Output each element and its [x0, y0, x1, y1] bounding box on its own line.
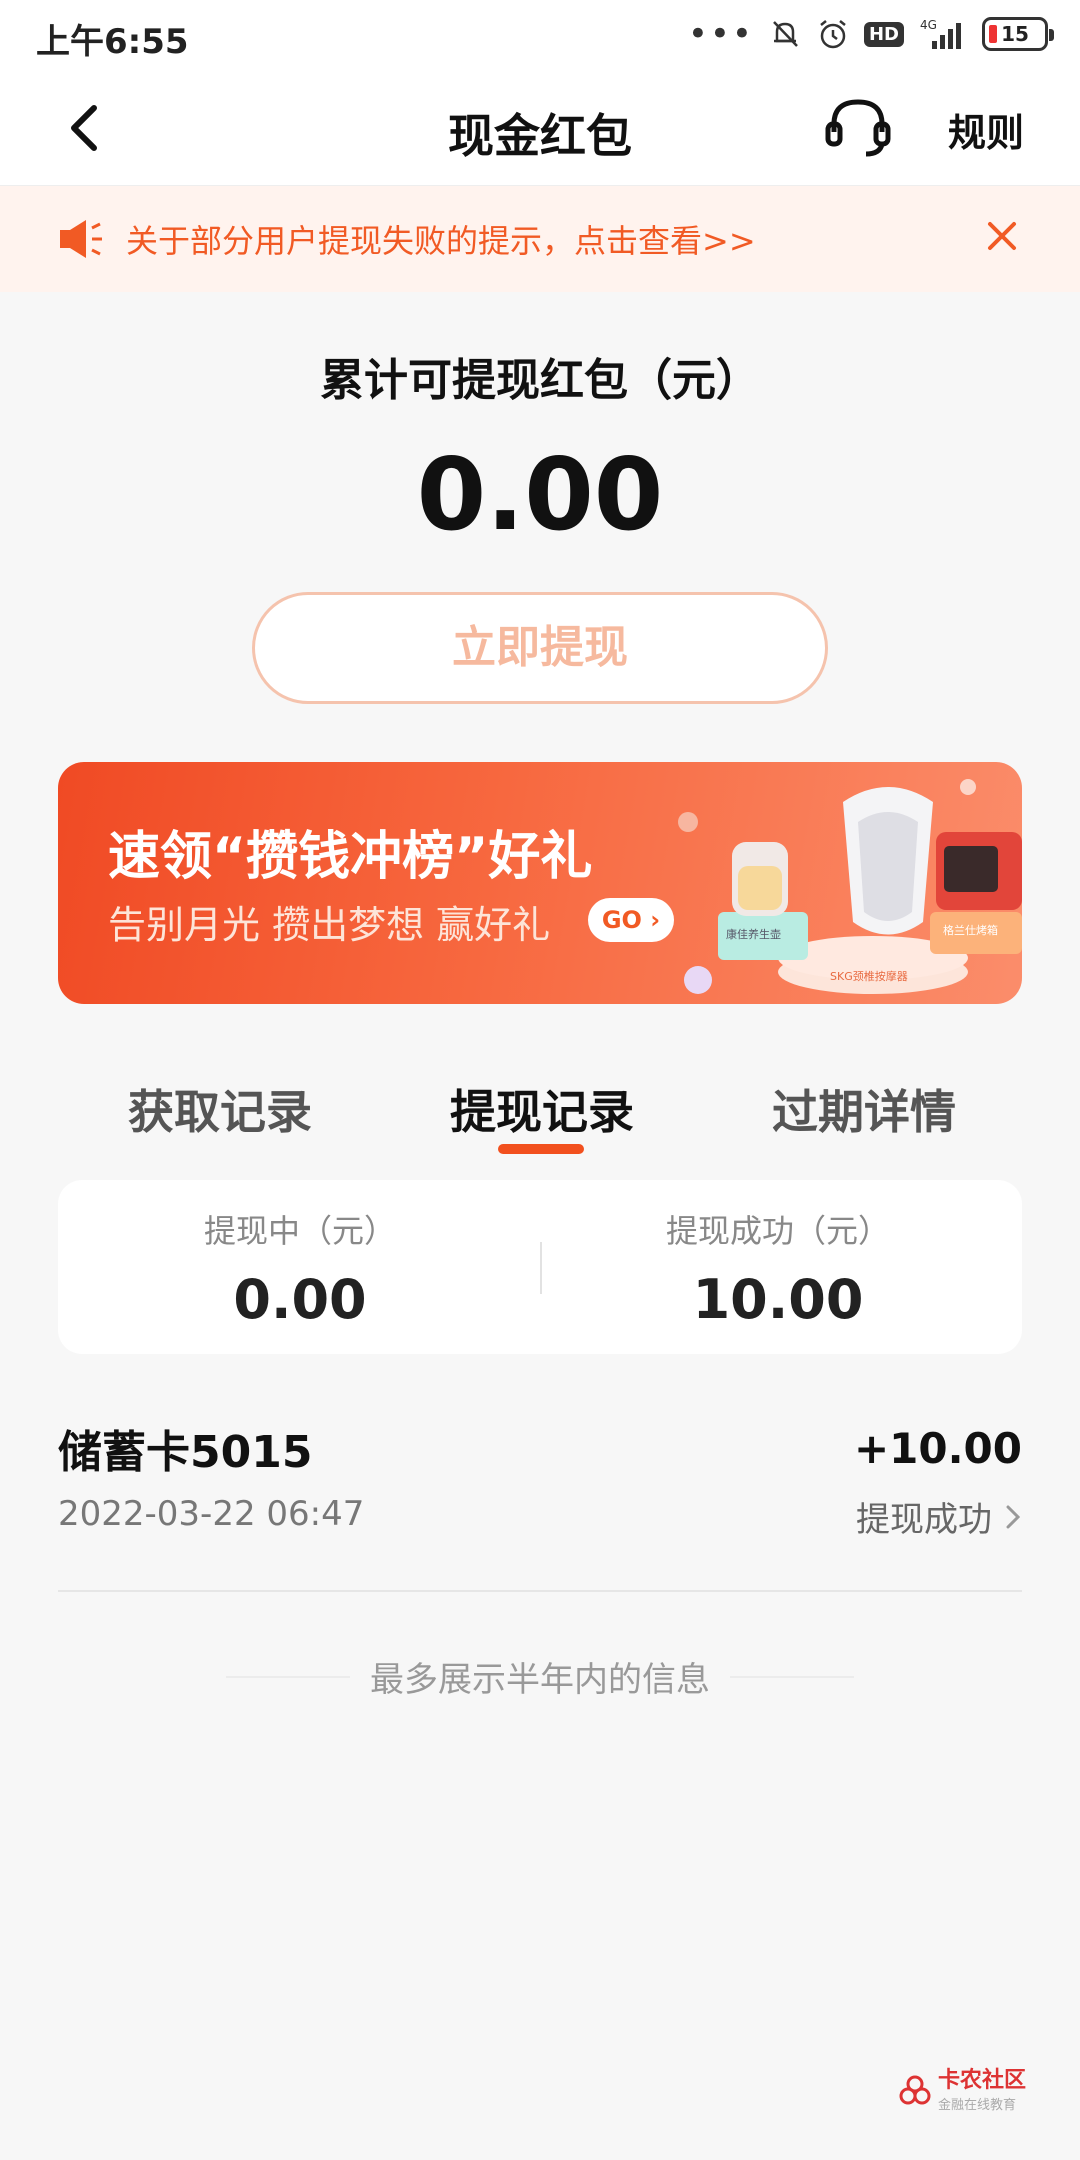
- footer-line-right: [730, 1676, 854, 1678]
- pending-label: 提现中（元）: [203, 1212, 396, 1250]
- summary-divider: [540, 1242, 542, 1294]
- success-value: 10.00: [692, 1268, 864, 1331]
- battery-icon: 15: [982, 17, 1054, 51]
- watermark-icon: [899, 2075, 931, 2104]
- record-amount: +10.00: [853, 1424, 1022, 1473]
- chevron-right-icon: [1006, 1505, 1021, 1528]
- watermark-brand: 卡农社区: [938, 2068, 1027, 2093]
- banner-subtitle: 告别月光 攒出梦想 赢好礼: [108, 903, 551, 947]
- banner-tag-right: 格兰仕烤箱: [943, 923, 998, 937]
- record-tabs: 获取记录 提现记录 过期详情: [58, 1046, 1022, 1156]
- withdraw-summary-card: 提现中（元） 0.00 提现成功（元） 10.00: [58, 1180, 1022, 1354]
- record-card-name: 储蓄卡5015: [58, 1427, 313, 1478]
- promo-banner[interactable]: 速领“攒钱冲榜”好礼 告别月光 攒出梦想 赢好礼 GO › 康佳养生壶 格兰仕烤…: [58, 762, 1022, 1004]
- watermark-sub: 金融在线教育: [938, 2098, 1017, 2113]
- signal-icon: 4G: [920, 18, 961, 49]
- back-icon[interactable]: [54, 96, 118, 160]
- more-dots-icon: •••: [687, 14, 754, 54]
- banner-tag-left: 康佳养生壶: [726, 927, 781, 941]
- hd-badge: HD: [863, 21, 904, 47]
- close-icon[interactable]: [980, 214, 1024, 258]
- speaker-icon: [60, 220, 102, 258]
- status-bar: 上午6:55 ••• HD 4G 15: [0, 0, 1080, 68]
- withdraw-record-row[interactable]: 储蓄卡5015 2022-03-22 06:47 +10.00 提现成功: [58, 1416, 1022, 1592]
- pending-summary: 提现中（元） 0.00: [80, 1206, 520, 1331]
- notice-link[interactable]: 关于部分用户提现失败的提示，点击查看>>: [126, 216, 756, 262]
- svg-text:4G: 4G: [920, 18, 937, 32]
- notice-bar: 关于部分用户提现失败的提示，点击查看>>: [0, 186, 1080, 292]
- withdraw-button[interactable]: 立即提现: [252, 592, 828, 704]
- tab-earn-records[interactable]: 获取记录: [128, 1076, 312, 1142]
- record-status-label: 提现成功: [856, 1500, 992, 1540]
- active-tab-indicator: [498, 1144, 584, 1154]
- watermark-text: 卡农社区 金融在线教育: [938, 2068, 1026, 2113]
- status-icons: ••• HD 4G 15: [687, 12, 1054, 56]
- mute-bell-icon: [773, 21, 798, 47]
- customer-service-icon[interactable]: [822, 94, 894, 160]
- watermark-logo: 卡农社区 金融在线教育: [898, 2068, 1026, 2113]
- balance-value: 0.00: [416, 436, 664, 553]
- pending-value: 0.00: [233, 1268, 367, 1331]
- rules-link[interactable]: 规则: [948, 102, 1024, 157]
- alarm-icon: [820, 20, 846, 49]
- success-label: 提现成功（元）: [665, 1212, 890, 1250]
- balance-label: 累计可提现红包（元）: [320, 355, 760, 406]
- record-time: 2022-03-22 06:47: [58, 1494, 365, 1534]
- banner-title: 速领“攒钱冲榜”好礼: [108, 827, 593, 887]
- banner-tag-center: SKG颈椎按摩器: [830, 969, 908, 983]
- status-time: 上午6:55: [36, 22, 189, 62]
- success-summary: 提现成功（元） 10.00: [558, 1206, 998, 1331]
- page-title: 现金红包: [448, 109, 632, 163]
- tab-expired-details[interactable]: 过期详情: [772, 1076, 956, 1142]
- nav-bar: 现金红包 规则: [0, 68, 1080, 186]
- footer-note: 最多展示半年内的信息: [370, 1660, 710, 1700]
- record-status: 提现成功: [856, 1492, 1022, 1541]
- tab-withdraw-records[interactable]: 提现记录: [450, 1076, 634, 1142]
- banner-go-button[interactable]: GO ›: [588, 898, 674, 942]
- banner-products-image: 康佳养生壶 格兰仕烤箱 SKG颈椎按摩器: [678, 779, 1022, 994]
- banner-go-label: GO: [601, 906, 642, 934]
